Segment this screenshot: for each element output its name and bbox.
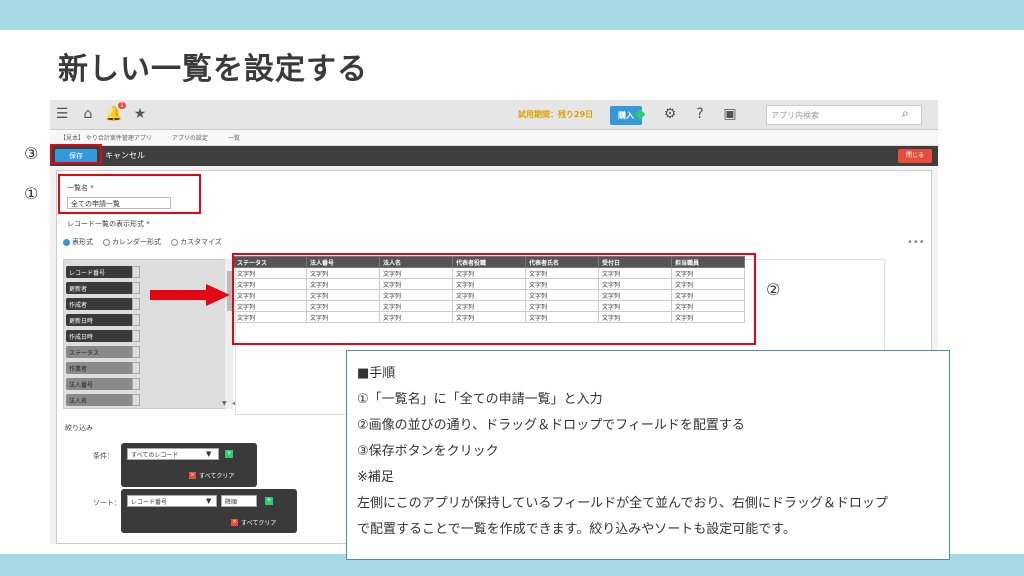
field-item[interactable]: 作業者 bbox=[66, 362, 140, 374]
trial-text: 試用期間：残り29日 bbox=[518, 110, 594, 119]
add-sort-button[interactable]: + bbox=[265, 497, 273, 505]
chevron-down-icon: ▼ bbox=[206, 450, 212, 458]
breadcrumb-item[interactable]: 【見本】 やり合計案件管理アプリ bbox=[60, 133, 152, 142]
app-header: ☰ ⌂ 🔔 1 ★ 試用期間：残り29日 購入 ◆ ⚙ ? ▣ アプリ内検索 ⌕ bbox=[50, 100, 938, 130]
chevron-down-icon: ▼ bbox=[206, 497, 212, 505]
note-line: 左側にこのアプリが保持しているフィールドが全て並んでおり、右側にドラッグ＆ドロッ… bbox=[357, 496, 888, 511]
notification-badge: 1 bbox=[118, 102, 126, 109]
radio-selected-icon bbox=[63, 238, 70, 246]
breadcrumb-item[interactable]: アプリの設定 bbox=[172, 133, 208, 142]
filter-label: 絞り込み bbox=[65, 424, 93, 432]
radio-icon bbox=[103, 238, 110, 246]
format-calendar-radio[interactable]: カレンダー形式 bbox=[103, 237, 161, 247]
highlight-table bbox=[232, 253, 756, 345]
field-item[interactable]: 法人名 bbox=[66, 394, 140, 406]
breadcrumb: 【見本】 やり合計案件管理アプリ アプリの設定 一覧 bbox=[50, 130, 938, 146]
more-options-icon[interactable]: ••• bbox=[907, 237, 925, 248]
scroll-more-icon[interactable]: ◂ bbox=[232, 400, 235, 407]
search-icon[interactable]: ⌕ bbox=[902, 106, 909, 121]
drag-handle-icon[interactable] bbox=[132, 394, 140, 406]
drag-handle-icon[interactable] bbox=[132, 346, 140, 358]
field-item[interactable]: 更新者 bbox=[66, 282, 140, 294]
highlight-save bbox=[50, 144, 102, 164]
beginner-icon[interactable]: ◆ bbox=[632, 106, 648, 122]
field-item[interactable]: ステータス bbox=[66, 346, 140, 358]
field-item[interactable]: レコード番号 bbox=[66, 266, 140, 278]
menu-icon[interactable]: ☰ bbox=[54, 106, 70, 122]
drag-handle-icon[interactable] bbox=[132, 378, 140, 390]
breadcrumb-item: 一覧 bbox=[227, 135, 240, 142]
note-line: ②画像の並びの通り、ドラッグ＆ドロップでフィールドを配置する bbox=[357, 418, 745, 433]
help-icon[interactable]: ? bbox=[692, 106, 708, 122]
search-input[interactable]: アプリ内検索 bbox=[766, 105, 922, 125]
format-table-radio[interactable]: 表形式 bbox=[63, 237, 93, 247]
note-line: ③保存ボタンをクリック bbox=[357, 444, 499, 459]
gallery-icon[interactable]: ▣ bbox=[722, 106, 738, 122]
radio-label: カレンダー形式 bbox=[112, 238, 161, 246]
sort-clear-link[interactable]: すべてクリア bbox=[241, 518, 276, 527]
display-format-label: レコード一覧の表示形式 * bbox=[67, 220, 150, 228]
drag-handle-icon[interactable] bbox=[132, 266, 140, 278]
field-item[interactable]: 法人番号 bbox=[66, 378, 140, 390]
highlight-list-name bbox=[58, 174, 201, 214]
slide-title: 新しい一覧を設定する bbox=[58, 52, 368, 87]
condition-clear-link[interactable]: すべてクリア bbox=[199, 471, 234, 480]
field-item[interactable]: 作成者 bbox=[66, 298, 140, 310]
sort-order-select[interactable]: 降順 bbox=[221, 495, 257, 507]
drag-handle-icon[interactable] bbox=[132, 330, 140, 342]
note-line: ■手順 bbox=[357, 366, 396, 381]
drag-handle-icon[interactable] bbox=[132, 298, 140, 310]
condition-label: 条件： bbox=[93, 452, 114, 460]
field-item[interactable]: 更新日時 bbox=[66, 314, 140, 326]
drag-handle-icon[interactable] bbox=[132, 362, 140, 374]
radio-label: カスタマイズ bbox=[180, 238, 222, 246]
filter-section: 絞り込み 条件： すべてのレコード ▼ + × すべてクリア ソート： レコード… bbox=[63, 423, 303, 544]
instruction-note: ■手順 ①「一覧名」に「全ての申請一覧」と入力 ②画像の並びの通り、ドラッグ＆ド… bbox=[346, 350, 950, 560]
marker-2: ② bbox=[766, 280, 781, 299]
note-line: で配置することで一覧を作成できます。絞り込みやソートも設定可能です。 bbox=[357, 522, 797, 537]
gear-icon[interactable]: ⚙ bbox=[662, 106, 678, 122]
clear-icon[interactable]: × bbox=[189, 472, 196, 479]
add-condition-button[interactable]: + bbox=[225, 450, 233, 458]
top-band bbox=[0, 0, 1024, 30]
format-custom-radio[interactable]: カスタマイズ bbox=[171, 237, 222, 247]
field-item[interactable]: 作成日時 bbox=[66, 330, 140, 342]
sort-field-select[interactable]: レコード番号 bbox=[127, 495, 217, 507]
radio-label: 表形式 bbox=[72, 238, 93, 246]
home-icon[interactable]: ⌂ bbox=[80, 106, 96, 122]
cancel-button[interactable]: キャンセル bbox=[105, 150, 145, 161]
note-line: ①「一覧名」に「全ての申請一覧」と入力 bbox=[357, 392, 603, 407]
close-button[interactable]: 閉じる bbox=[898, 149, 932, 163]
format-radio-group: 表形式 カレンダー形式 カスタマイズ bbox=[63, 237, 222, 247]
drag-handle-icon[interactable] bbox=[132, 282, 140, 294]
right-arrow-icon bbox=[150, 284, 230, 306]
marker-3: ③ bbox=[24, 144, 39, 163]
radio-icon bbox=[171, 238, 178, 246]
drag-handle-icon[interactable] bbox=[132, 314, 140, 326]
bell-icon[interactable]: 🔔 1 bbox=[105, 102, 126, 122]
star-icon[interactable]: ★ bbox=[132, 106, 148, 122]
clear-icon[interactable]: × bbox=[231, 519, 238, 526]
note-line: ※補足 bbox=[357, 470, 394, 485]
marker-1: ① bbox=[24, 184, 39, 203]
action-bar: 保存 キャンセル 閉じる bbox=[50, 146, 938, 166]
sort-label: ソート： bbox=[93, 499, 121, 507]
scroll-down-icon[interactable]: ▼ bbox=[222, 400, 227, 407]
